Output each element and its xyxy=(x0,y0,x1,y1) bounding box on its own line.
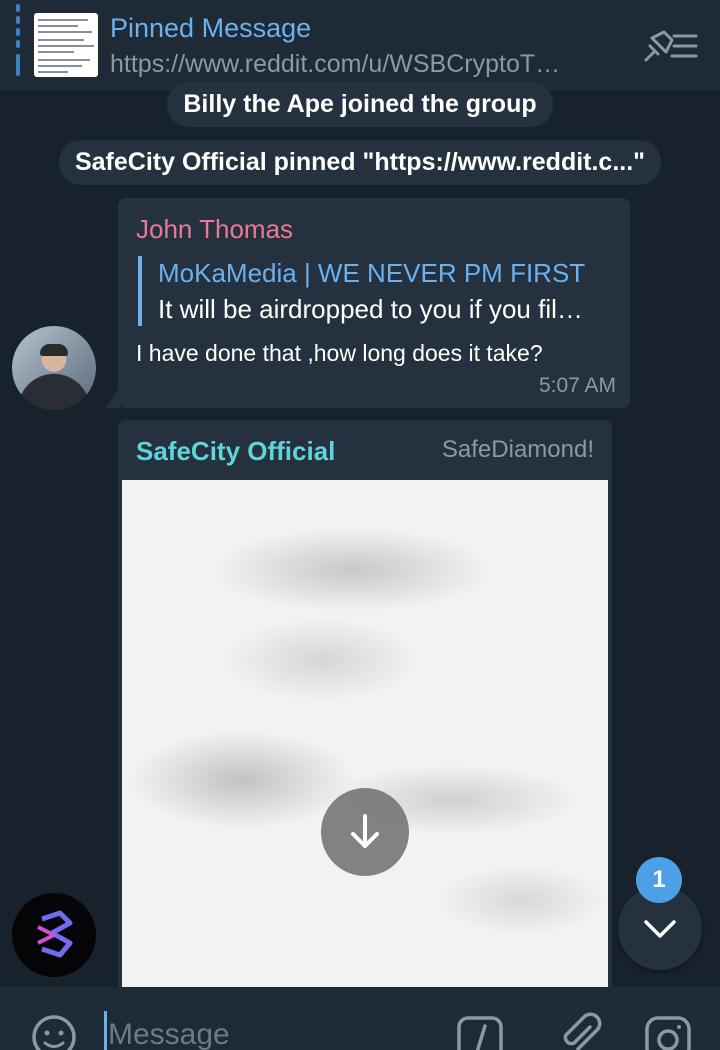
pinned-title: Pinned Message xyxy=(110,13,312,43)
reply-text: It will be airdropped to you if you fil… xyxy=(158,294,583,324)
message-text: I have done that ,how long does it take? xyxy=(136,340,543,366)
download-arrow-icon xyxy=(351,814,379,848)
bot-command-icon[interactable] xyxy=(456,1015,504,1050)
service-message: Billy the Ape joined the group xyxy=(0,82,720,127)
sender-name[interactable]: John Thomas xyxy=(136,214,293,245)
message-time: 5:07 AM xyxy=(538,374,616,397)
avatar-john-thomas[interactable] xyxy=(12,326,96,410)
service-message[interactable]: SafeCity Official pinned "https://www.re… xyxy=(0,140,720,185)
pin-indicator-segment xyxy=(16,40,20,48)
pin-indicator-active xyxy=(16,54,20,76)
pin-indicator-segment xyxy=(16,28,20,36)
message-composer xyxy=(0,987,720,1050)
safecity-logo-icon xyxy=(37,910,73,958)
pinned-message-bar[interactable]: Pinned Message https://www.reddit.com/u/… xyxy=(0,0,720,92)
camera-icon[interactable] xyxy=(644,1015,692,1050)
avatar-safecity-official[interactable] xyxy=(12,893,96,977)
download-button[interactable] xyxy=(321,788,409,876)
message-bubble[interactable]: SafeCity Official SafeDiamond! xyxy=(118,420,612,1020)
message-bubble[interactable]: John Thomas MoKaMedia | WE NEVER PM FIRS… xyxy=(118,198,630,408)
service-message-text: Billy the Ape joined the group xyxy=(167,82,553,127)
reply-author: MoKaMedia | WE NEVER PM FIRST xyxy=(158,258,586,288)
attach-icon[interactable] xyxy=(556,1011,604,1050)
unread-count-badge[interactable]: 1 xyxy=(636,857,682,903)
text-cursor xyxy=(104,1011,107,1050)
message-input[interactable] xyxy=(108,1015,428,1050)
blurred-image[interactable] xyxy=(122,480,608,1020)
sender-title-tag: SafeDiamond! xyxy=(441,436,594,463)
chevron-down-icon xyxy=(644,920,676,938)
reply-quote[interactable]: MoKaMedia | WE NEVER PM FIRST It will be… xyxy=(138,256,610,326)
pin-indicator-segment xyxy=(16,4,20,12)
service-message-text[interactable]: SafeCity Official pinned "https://www.re… xyxy=(58,140,662,185)
emoji-icon[interactable] xyxy=(30,1013,78,1050)
pinned-list-icon[interactable] xyxy=(640,28,698,64)
sender-name[interactable]: SafeCity Official xyxy=(136,436,335,467)
pinned-thumbnail xyxy=(34,13,98,77)
pinned-preview-text: https://www.reddit.com/u/WSBCryptoT… xyxy=(110,50,561,78)
pin-indicator-segment xyxy=(16,16,20,24)
